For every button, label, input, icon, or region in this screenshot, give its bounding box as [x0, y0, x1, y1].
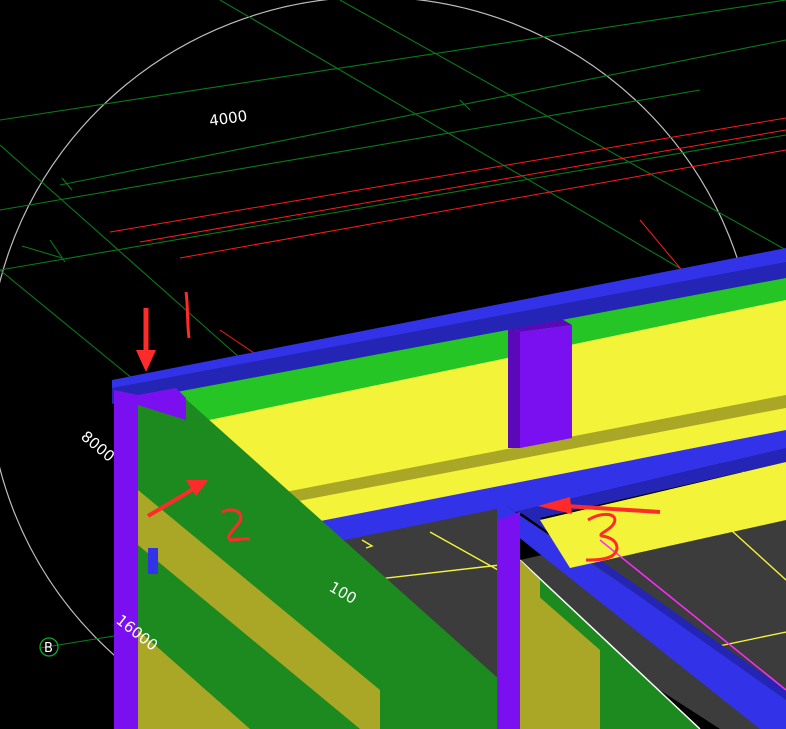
column-right-bottom[interactable] [520, 560, 540, 729]
3d-model-viewport[interactable]: 4000 8000 16000 100 B [0, 0, 786, 729]
small-opening[interactable] [148, 548, 158, 574]
column-middle-side[interactable] [508, 325, 520, 448]
column-right[interactable] [497, 512, 520, 729]
column-middle-front[interactable] [520, 325, 572, 448]
grid-axis-label: B [44, 641, 53, 656]
column-left-front[interactable] [114, 390, 138, 729]
